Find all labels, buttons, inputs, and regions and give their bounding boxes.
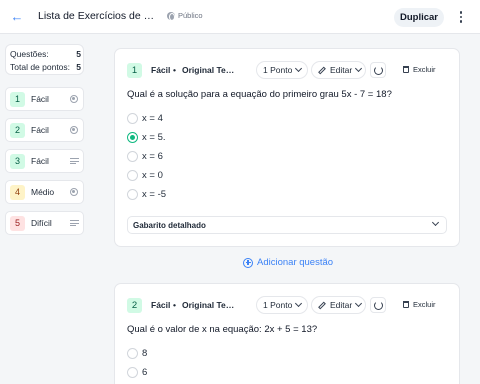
answer-option[interactable]: x = -5 [127,189,166,200]
refresh-icon[interactable] [370,62,386,78]
chevron-down-icon [295,299,303,308]
answer-option[interactable]: x = 0 [127,170,163,181]
text-lines-icon [70,158,79,164]
refresh-icon[interactable] [370,297,386,313]
option-label: x = 0 [142,170,163,181]
difficulty-label: Fácil [31,125,49,135]
add-question-button[interactable]: Adicionar questão [243,257,333,268]
questions-label: Questões: [10,49,49,59]
edit-button[interactable]: Editar [311,296,366,314]
difficulty-label: Fácil [151,300,171,310]
answer-option[interactable]: 8 [127,348,147,359]
radio-icon [70,126,78,134]
answer-option[interactable]: x = 6 [127,151,163,162]
pencil-icon [318,301,326,309]
answer-key-dropdown[interactable]: Gabarito detalhado [127,216,447,234]
delete-button[interactable]: Excluir [403,65,436,74]
globe-icon [167,11,175,21]
visibility-badge: Público [167,11,203,21]
questions-count-row: Questões: 5 [10,49,81,59]
points-label: 1 Ponto [263,300,293,310]
radio-button[interactable] [127,170,138,181]
question-card-2: 2 Fácil • Original Teacher 1 Ponto Edita… [114,283,460,384]
question-number: 2 [10,122,25,138]
option-label: 8 [142,348,148,359]
duplicate-button[interactable]: Duplicar [394,8,444,27]
text-lines-icon [70,220,79,226]
difficulty-label: Fácil [151,65,171,75]
question-card-1: 1 Fácil • Original Teacher 1 Ponto Edita… [114,48,460,247]
plus-circle-icon [243,257,253,268]
edit-label: Editar [330,65,353,75]
question-number: 1 [10,91,25,107]
sidebar-question-3[interactable]: 3 Fácil [5,149,84,173]
sidebar-question-2[interactable]: 2 Fácil [5,118,84,142]
source-label: Original Teacher [182,300,238,310]
chevron-down-icon [355,299,363,308]
question-number-badge: 1 [127,63,142,78]
edit-label: Editar [330,300,353,310]
answer-option-selected[interactable]: x = 5. [127,132,166,143]
difficulty-label: Fácil [31,94,49,104]
option-label: x = 5. [142,132,166,143]
visibility-label: Público [178,11,203,20]
difficulty-label: Fácil [31,156,49,166]
radio-icon [70,188,78,196]
points-label: 1 Ponto [263,65,293,75]
radio-button[interactable] [127,151,138,162]
radio-icon [70,95,78,103]
delete-label: Excluir [413,65,436,74]
points-count: 5 [76,62,81,72]
question-number: 5 [10,215,25,231]
sidebar-question-5[interactable]: 5 Difícil [5,211,84,235]
delete-button[interactable]: Excluir [403,300,436,309]
trash-icon [403,301,409,308]
top-bar: ← Lista de Exercícios de Equações Públic… [0,0,480,34]
option-label: x = 4 [142,113,163,124]
question-number: 4 [10,184,25,200]
difficulty-label: Médio [31,187,55,197]
points-dropdown[interactable]: 1 Ponto [256,296,308,314]
chevron-down-icon [431,218,440,227]
sidebar-question-4[interactable]: 4 Médio [5,180,84,204]
radio-button[interactable] [127,189,138,200]
trash-icon [403,66,409,73]
delete-label: Excluir [413,300,436,309]
option-label: x = 6 [142,151,163,162]
points-label: Total de pontos: [10,62,71,72]
difficulty-label: Difícil [31,218,52,228]
chevron-down-icon [295,64,303,73]
back-arrow-icon[interactable]: ← [9,9,25,25]
answer-option[interactable]: x = 4 [127,113,163,124]
question-text: Qual é o valor de x na equação: 2x + 5 =… [127,324,318,335]
question-text: Qual é a solução para a equação do prime… [127,89,392,100]
option-label: 6 [142,367,148,378]
chevron-down-icon [355,64,363,73]
radio-button[interactable] [127,348,138,359]
add-question-label: Adicionar questão [257,257,334,268]
points-count-row: Total de pontos: 5 [10,62,81,72]
separator-dot: • [173,65,176,75]
radio-button-checked[interactable] [127,132,138,143]
points-dropdown[interactable]: 1 Ponto [256,61,308,79]
edit-button[interactable]: Editar [311,61,366,79]
answer-option[interactable]: 6 [127,367,147,378]
page-title: Lista de Exercícios de Equações [38,10,156,22]
option-label: x = -5 [142,189,167,200]
summary-panel: Questões: 5 Total de pontos: 5 [5,44,84,75]
questions-count: 5 [76,49,81,59]
radio-button[interactable] [127,113,138,124]
separator-dot: • [173,300,176,310]
more-options-icon[interactable] [455,9,467,25]
pencil-icon [318,66,326,74]
question-number: 3 [10,153,25,169]
sidebar-question-1[interactable]: 1 Fácil [5,87,84,111]
question-number-badge: 2 [127,298,142,313]
source-label: Original Teacher [182,65,238,75]
answer-key-label: Gabarito detalhado [133,220,206,230]
radio-button[interactable] [127,367,138,378]
